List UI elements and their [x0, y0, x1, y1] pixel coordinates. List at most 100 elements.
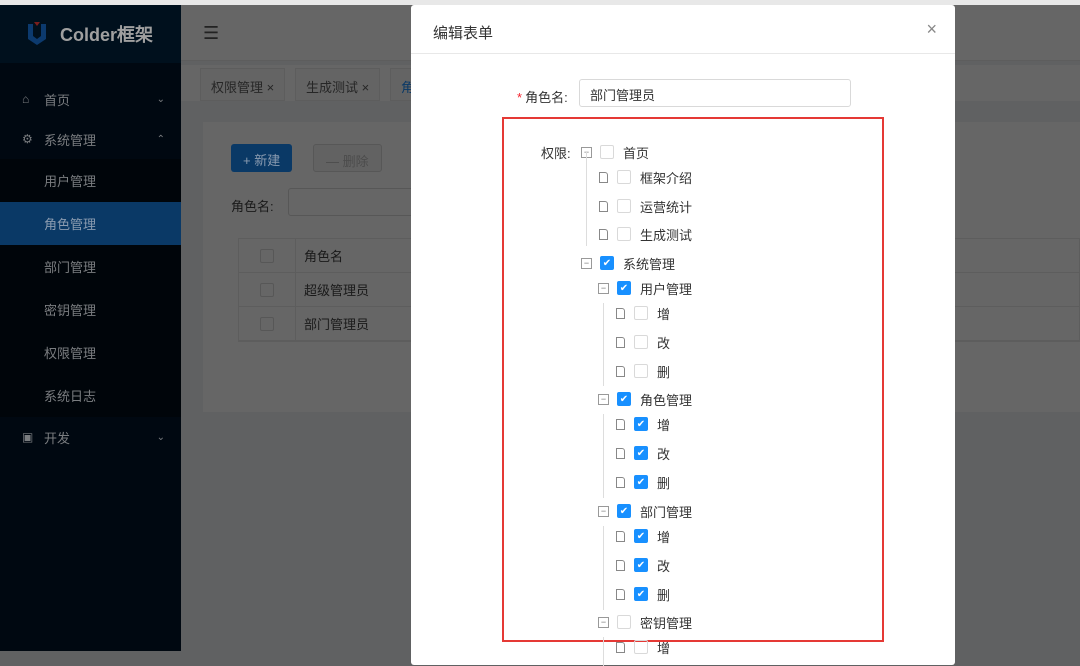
tree-checkbox[interactable]: [617, 170, 631, 184]
tree-node-label: 运营统计: [640, 199, 693, 215]
tree-node[interactable]: − ✔ 角色管理: [598, 388, 692, 410]
sidebar-item-home[interactable]: ⌂ 首页 ⌄: [0, 79, 181, 119]
tree-guide-line: [586, 152, 587, 246]
tree-checkbox[interactable]: [617, 227, 631, 241]
tree-checkbox[interactable]: [634, 306, 648, 320]
tree-checkbox[interactable]: ✔: [617, 504, 631, 518]
select-all-checkbox[interactable]: [260, 248, 274, 263]
tree-node-label: 增: [657, 640, 671, 656]
tree-checkbox[interactable]: [617, 615, 631, 629]
tree-checkbox[interactable]: ✔: [600, 256, 614, 270]
tree-node-label: 删: [657, 364, 671, 380]
tree-guide-line: [603, 637, 604, 666]
tree-checkbox[interactable]: ✔: [617, 281, 631, 295]
collapse-icon[interactable]: −: [598, 393, 609, 405]
tree-node-label: 增: [657, 417, 671, 433]
tree-node[interactable]: 增: [615, 636, 670, 658]
sidebar: Colder框架 ⌂ 首页 ⌄ ⚙ 系统管理 ⌃ 用户管理 角色管理 部门管理 密钥管理…: [0, 5, 181, 651]
tree-node-label: 用户管理: [640, 281, 693, 297]
tree-checkbox[interactable]: ✔: [617, 392, 631, 406]
tree-node-label: 部门管理: [640, 504, 693, 520]
tree-node[interactable]: ✔ 改: [615, 442, 670, 464]
tree-checkbox[interactable]: ✔: [634, 529, 648, 543]
sidebar-item-keys[interactable]: 密钥管理: [0, 288, 181, 331]
tree-node-label: 删: [657, 475, 671, 491]
file-icon: [616, 418, 625, 430]
chevron-down-icon: ⌄: [156, 431, 165, 443]
file-icon: [599, 171, 608, 183]
tree-checkbox[interactable]: [634, 640, 648, 654]
delete-button[interactable]: — 删除: [313, 144, 382, 172]
edit-modal: 编辑表单 × * 角色名: 部门管理员 权限: − 首页 框架介绍 运营统计 生成测试 − ✔…: [411, 5, 955, 666]
sidebar-item-logs[interactable]: 系统日志: [0, 374, 181, 417]
tree-node[interactable]: − 密钥管理: [598, 611, 692, 633]
file-icon: [616, 307, 625, 319]
filter-label: 角色名:: [231, 199, 274, 214]
tree-checkbox[interactable]: [634, 335, 648, 349]
tree-node-label: 系统管理: [623, 256, 676, 272]
tree-checkbox[interactable]: ✔: [634, 417, 648, 431]
gear-icon: ⚙: [22, 132, 33, 146]
tree-checkbox[interactable]: ✔: [634, 446, 648, 460]
tree-node[interactable]: ✔ 改: [615, 554, 670, 576]
system-submenu: 用户管理 角色管理 部门管理 密钥管理 权限管理 系统日志: [0, 159, 181, 417]
file-icon: [599, 228, 608, 240]
permission-label: 权限:: [541, 146, 571, 161]
menu-fold-icon[interactable]: ☰: [203, 23, 219, 44]
collapse-icon[interactable]: −: [598, 505, 609, 517]
tab-gen-test[interactable]: 生成测试 ×: [295, 68, 381, 101]
role-name-label: * 角色名:: [517, 90, 568, 105]
tree-node[interactable]: 增: [615, 302, 670, 324]
tree-node[interactable]: − 首页: [581, 141, 649, 163]
collapse-icon[interactable]: −: [598, 282, 609, 294]
tree-checkbox[interactable]: [617, 199, 631, 213]
tree-node-label: 密钥管理: [640, 615, 693, 631]
new-button[interactable]: + 新建: [231, 144, 293, 172]
tree-node-label: 框架介绍: [640, 170, 693, 186]
tree-checkbox[interactable]: [634, 364, 648, 378]
code-icon: ▣: [22, 430, 34, 444]
tree-node-label: 首页: [623, 145, 650, 161]
tree-node-label: 生成测试: [640, 227, 693, 243]
tree-checkbox[interactable]: [600, 145, 614, 159]
chevron-down-icon: ⌄: [156, 93, 165, 105]
role-name-input[interactable]: 部门管理员: [579, 79, 851, 107]
tree-node-label: 删: [657, 587, 671, 603]
tree-checkbox[interactable]: ✔: [634, 558, 648, 572]
tree-node[interactable]: 改: [615, 331, 670, 353]
tree-node[interactable]: ✔ 增: [615, 413, 670, 435]
tree-node[interactable]: − ✔ 系统管理: [581, 252, 675, 274]
logo-icon: [28, 22, 46, 45]
tree-checkbox[interactable]: ✔: [634, 587, 648, 601]
tree-node[interactable]: ✔ 增: [615, 525, 670, 547]
tree-node[interactable]: 删: [615, 360, 670, 382]
tree-node[interactable]: 运营统计: [598, 195, 692, 217]
collapse-icon[interactable]: −: [581, 257, 592, 269]
tree-node[interactable]: − ✔ 用户管理: [598, 277, 692, 299]
sidebar-item-users[interactable]: 用户管理: [0, 159, 181, 202]
row-checkbox[interactable]: [260, 282, 274, 297]
collapse-icon[interactable]: −: [598, 616, 609, 628]
tree-node-label: 角色管理: [640, 392, 693, 408]
sidebar-item-dev[interactable]: ▣ 开发 ⌄: [0, 417, 181, 457]
tree-node[interactable]: − ✔ 部门管理: [598, 500, 692, 522]
row-checkbox[interactable]: [260, 316, 274, 331]
tree-node[interactable]: ✔ 删: [615, 583, 670, 605]
file-icon: [616, 336, 625, 348]
tree-node[interactable]: ✔ 删: [615, 471, 670, 493]
sidebar-item-roles[interactable]: 角色管理: [0, 202, 181, 245]
close-icon[interactable]: ×: [926, 19, 937, 40]
logo: Colder框架: [0, 5, 181, 63]
file-icon: [599, 200, 608, 212]
sidebar-item-permissions[interactable]: 权限管理: [0, 331, 181, 374]
sidebar-item-departments[interactable]: 部门管理: [0, 245, 181, 288]
tab-permissions[interactable]: 权限管理 ×: [200, 68, 286, 101]
tree-guide-line: [603, 414, 604, 498]
tree-node[interactable]: 生成测试: [598, 223, 692, 245]
chevron-up-icon: ⌃: [156, 133, 165, 145]
tree-guide-line: [603, 526, 604, 610]
file-icon: [616, 530, 625, 542]
sidebar-item-system[interactable]: ⚙ 系统管理 ⌃: [0, 119, 181, 159]
tree-node[interactable]: 框架介绍: [598, 166, 692, 188]
tree-checkbox[interactable]: ✔: [634, 475, 648, 489]
